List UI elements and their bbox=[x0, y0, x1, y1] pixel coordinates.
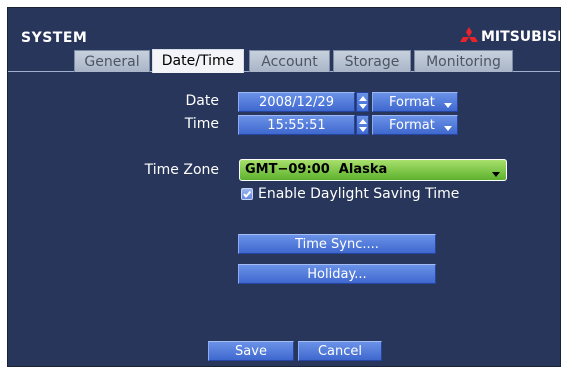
date-field[interactable]: 2008/12/29 bbox=[238, 92, 355, 112]
up-down-arrows-icon bbox=[359, 96, 367, 109]
date-format-button[interactable]: Format bbox=[372, 92, 458, 112]
date-label: Date bbox=[185, 93, 219, 109]
mitsubishi-logo-icon bbox=[460, 27, 478, 42]
date-format-label: Format bbox=[389, 95, 435, 110]
dst-label: Enable Daylight Saving Time bbox=[258, 186, 460, 202]
chevron-down-icon bbox=[444, 126, 452, 131]
time-field[interactable]: 15:55:51 bbox=[238, 115, 355, 135]
time-sync-button[interactable]: Time Sync.... bbox=[238, 234, 436, 254]
chevron-down-icon bbox=[444, 103, 452, 108]
brand-name: MITSUBISHI bbox=[481, 29, 560, 45]
window-title: SYSTEM bbox=[21, 30, 88, 46]
time-spinner[interactable] bbox=[356, 115, 369, 135]
time-zone-dropdown[interactable]: GMT−09:00 Alaska bbox=[239, 159, 507, 181]
tab-monitoring[interactable]: Monitoring bbox=[414, 50, 513, 72]
time-zone-label: Time Zone bbox=[144, 162, 219, 178]
tab-general[interactable]: General bbox=[74, 50, 150, 72]
cancel-button[interactable]: Cancel bbox=[298, 341, 382, 361]
dst-checkbox[interactable] bbox=[241, 188, 253, 200]
date-spinner[interactable] bbox=[356, 92, 369, 112]
chevron-down-icon bbox=[492, 172, 500, 177]
save-button[interactable]: Save bbox=[208, 341, 294, 361]
time-format-label: Format bbox=[389, 118, 435, 133]
up-down-arrows-icon bbox=[359, 119, 367, 132]
tab-storage[interactable]: Storage bbox=[333, 50, 411, 72]
time-label: Time bbox=[184, 116, 219, 132]
tab-date-time[interactable]: Date/Time bbox=[152, 49, 244, 73]
system-setup-window: SYSTEM MITSUBISHI General Date/Time Acco… bbox=[7, 7, 561, 367]
tab-account[interactable]: Account bbox=[249, 50, 330, 72]
checkmark-icon bbox=[243, 190, 252, 199]
holiday-button[interactable]: Holiday... bbox=[238, 264, 436, 284]
time-format-button[interactable]: Format bbox=[372, 115, 458, 135]
time-zone-value: GMT−09:00 Alaska bbox=[245, 162, 388, 177]
brand-logo: MITSUBISHI bbox=[459, 27, 560, 47]
